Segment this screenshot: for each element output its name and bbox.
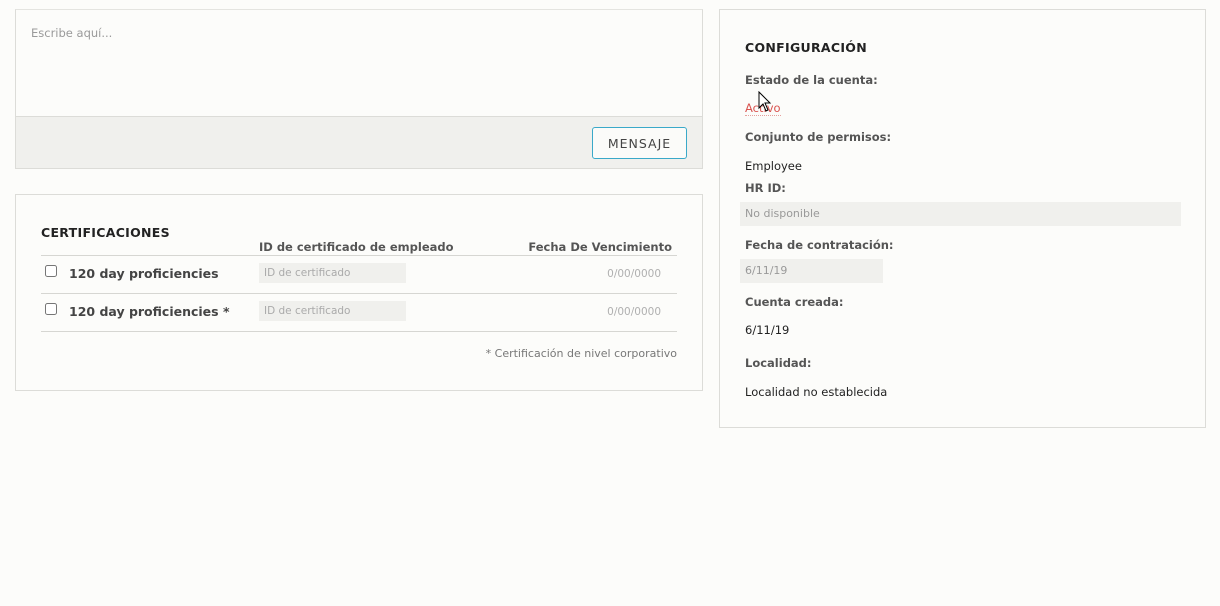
message-card: MENSAJE [15,9,703,169]
column-header-expiry-date: Fecha De Vencimiento [528,240,672,254]
account-status-label: Estado de la cuenta: [745,73,878,87]
message-footer: MENSAJE [16,116,702,168]
permission-set-value: Employee [745,159,802,173]
certification-name: 120 day proficiencies * [69,304,230,319]
certification-checkbox[interactable] [45,265,57,277]
location-value: Localidad no establecida [745,385,888,399]
certification-checkbox[interactable] [45,303,57,315]
table-divider [41,331,677,332]
permission-set-label: Conjunto de permisos: [745,130,892,144]
certification-row: 120 day proficiencies * 0/00/0000 [41,293,677,331]
message-input[interactable] [16,10,702,116]
certifications-title: CERTIFICACIONES [41,225,170,240]
configuration-card: CONFIGURACIÓN Estado de la cuenta: Activ… [719,9,1206,428]
account-created-label: Cuenta creada: [745,295,844,309]
account-status-value: Activo [745,101,781,116]
certificate-id-input[interactable] [259,263,406,283]
hr-id-label: HR ID: [745,181,786,195]
certification-name: 120 day proficiencies [69,266,219,281]
message-button[interactable]: MENSAJE [592,127,687,159]
certifications-card: CERTIFICACIONES ID de certificado de emp… [15,194,703,391]
hire-date-field[interactable]: 6/11/19 [740,259,883,283]
hr-id-field[interactable]: No disponible [740,202,1181,226]
hire-date-label: Fecha de contratación: [745,238,894,252]
column-header-certificate-id: ID de certificado de empleado [259,240,454,254]
account-created-value: 6/11/19 [745,323,790,337]
certification-row: 120 day proficiencies 0/00/0000 [41,255,677,293]
corporate-certification-note: * Certificación de nivel corporativo [485,347,677,360]
configuration-title: CONFIGURACIÓN [745,40,867,55]
expiry-date[interactable]: 0/00/0000 [607,306,661,318]
location-label: Localidad: [745,356,812,370]
expiry-date[interactable]: 0/00/0000 [607,268,661,280]
certificate-id-input[interactable] [259,301,406,321]
